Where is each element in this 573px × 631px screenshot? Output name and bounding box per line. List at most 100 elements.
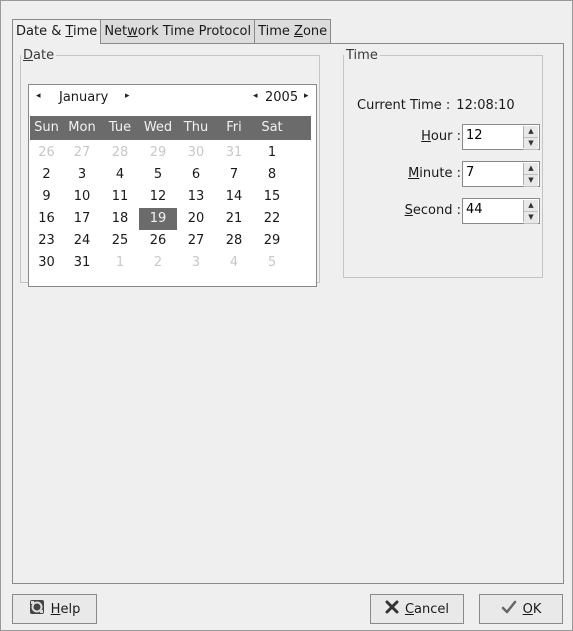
weekday-label: Thu (183, 120, 209, 135)
calendar-day[interactable]: 22 (253, 208, 291, 230)
minute-colon: : (456, 166, 461, 181)
calendar-day[interactable]: 6 (177, 164, 215, 186)
date-group-legend: Date (21, 48, 56, 63)
year-label: 2005 (265, 90, 299, 105)
calendar-day[interactable]: 20 (177, 208, 215, 230)
calendar-day[interactable]: 8 (253, 164, 291, 186)
weekday-header: Sun Mon Tue Wed Thu Fri Sat (30, 116, 311, 140)
calendar-day[interactable]: 4 (101, 164, 139, 186)
month-label: January (59, 90, 108, 105)
x-icon (385, 600, 399, 618)
calendar-day[interactable]: 26 (139, 230, 177, 252)
calendar-day[interactable]: 28 (101, 142, 139, 164)
calendar-day[interactable]: 30 (177, 142, 215, 164)
calendar-day[interactable]: 5 (253, 252, 291, 274)
prev-year-icon[interactable]: ◂ (253, 91, 258, 101)
calendar-day[interactable]: 3 (63, 164, 101, 186)
next-year-icon[interactable]: ▸ (304, 91, 309, 101)
calendar-day[interactable]: 2 (139, 252, 177, 274)
help-mnemonic: H (50, 601, 61, 617)
calendar-day[interactable]: 23 (30, 230, 63, 252)
hour-spin-buttons: ▲ ▼ (523, 126, 538, 150)
help-label: Help (51, 602, 81, 617)
hour-colon: : (456, 129, 461, 144)
cancel-button[interactable]: Cancel (370, 594, 464, 624)
time-group: Time Current Time : 12:08:10 Hour : ▲ ▼ M… (343, 48, 543, 278)
calendar-day[interactable]: 25 (101, 230, 139, 252)
calendar-day[interactable]: 26 (30, 142, 63, 164)
calendar-day[interactable]: 3 (177, 252, 215, 274)
calendar[interactable]: ◂ January ▸ ◂ 2005 ▸ Sun Mon Tue Wed Thu… (28, 84, 317, 287)
second-spin-buttons: ▲ ▼ (523, 200, 538, 224)
calendar-day[interactable]: 21 (215, 208, 253, 230)
calendar-day[interactable]: 18 (101, 208, 139, 230)
weekday-label: Sat (261, 120, 283, 135)
ok-label: OK (523, 602, 542, 617)
calendar-day[interactable]: 5 (139, 164, 177, 186)
minute-label: Minute : (408, 166, 461, 181)
ok-rest: K (532, 601, 542, 617)
calendar-day[interactable]: 7 (215, 164, 253, 186)
prev-month-icon[interactable]: ◂ (36, 91, 41, 101)
minute-spin-buttons: ▲ ▼ (523, 163, 538, 187)
second-spinbox[interactable]: ▲ ▼ (462, 198, 540, 224)
next-month-icon[interactable]: ▸ (125, 91, 130, 101)
calendar-day[interactable]: 17 (63, 208, 101, 230)
tab-label-post: one (302, 24, 328, 39)
calendar-day[interactable]: 2 (30, 164, 63, 186)
minute-increment-icon[interactable]: ▲ (524, 163, 538, 175)
hour-increment-icon[interactable]: ▲ (524, 126, 538, 138)
tab-date-time[interactable]: Date & Time (12, 19, 102, 44)
tab-label-mnemonic: w (127, 24, 138, 39)
minute-rest: inute (419, 166, 453, 181)
hour-decrement-icon[interactable]: ▼ (524, 138, 538, 150)
ok-button[interactable]: OK (479, 594, 563, 624)
weekday-label: Wed (143, 120, 173, 135)
calendar-day[interactable]: 15 (253, 186, 291, 208)
calendar-day[interactable]: 1 (101, 252, 139, 274)
calendar-day[interactable]: 9 (30, 186, 63, 208)
help-rest: elp (60, 601, 81, 617)
month-rest: anuary (62, 90, 109, 105)
hour-mnemonic: H (421, 129, 431, 144)
calendar-day[interactable]: 27 (63, 142, 101, 164)
calendar-day[interactable]: 24 (63, 230, 101, 252)
weekday-label: Sun (34, 120, 59, 135)
tab-network-time-protocol[interactable]: Network Time Protocol (100, 19, 256, 43)
help-button[interactable]: Help (12, 594, 97, 624)
weekday-label: Mon (68, 120, 96, 135)
calendar-day[interactable]: 10 (63, 186, 101, 208)
calendar-day[interactable]: 1 (253, 142, 291, 164)
day-grid: 26 27 28 29 30 31 1 2 3 4 5 6 7 8 9 10 11 12 13 14 15 16 17 18 1… (30, 142, 311, 274)
minute-spinbox[interactable]: ▲ ▼ (462, 161, 540, 187)
calendar-day[interactable]: 11 (101, 186, 139, 208)
calendar-day[interactable]: 16 (30, 208, 63, 230)
hour-spinbox[interactable]: ▲ ▼ (462, 124, 540, 150)
calendar-day[interactable]: 27 (177, 230, 215, 252)
calendar-day[interactable]: 12 (139, 186, 177, 208)
calendar-day[interactable]: 31 (63, 252, 101, 274)
second-decrement-icon[interactable]: ▼ (524, 212, 538, 224)
tab-time-zone[interactable]: Time Zone (254, 19, 332, 43)
calendar-day[interactable]: 30 (30, 252, 63, 274)
second-colon: : (456, 203, 461, 218)
weekday-label: Fri (226, 120, 242, 135)
time-group-legend: Time (346, 48, 378, 63)
current-time-label: Current Time : (357, 98, 451, 113)
ok-mnemonic: O (522, 601, 533, 617)
second-input[interactable] (466, 202, 522, 217)
second-increment-icon[interactable]: ▲ (524, 200, 538, 212)
calendar-day[interactable]: 29 (139, 142, 177, 164)
calendar-day[interactable]: 28 (215, 230, 253, 252)
hour-input[interactable] (466, 128, 522, 143)
calendar-day[interactable]: 4 (215, 252, 253, 274)
calendar-day[interactable]: 14 (215, 186, 253, 208)
tab-label-post: ork Time Protocol (137, 24, 252, 39)
calendar-day[interactable]: 29 (253, 230, 291, 252)
minute-input[interactable] (466, 165, 522, 180)
tab-bar: Date & Time Network Time Protocol Time Z… (12, 19, 332, 44)
calendar-day[interactable]: 13 (177, 186, 215, 208)
minute-decrement-icon[interactable]: ▼ (524, 175, 538, 187)
calendar-day-selected[interactable]: 19 (139, 208, 177, 230)
calendar-day[interactable]: 31 (215, 142, 253, 164)
